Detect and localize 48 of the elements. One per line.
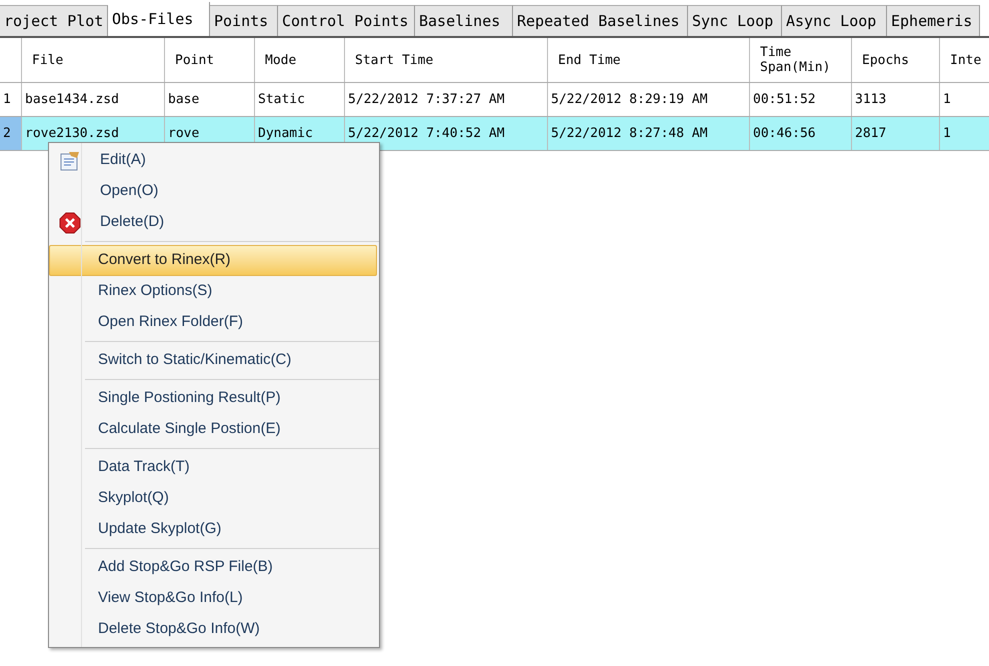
table-row[interactable]: 1 base1434.zsd base Static 5/22/2012 7:37:27 AM 5/22/2012 8:29:19 AM 00:51:52 3113 1 xyxy=(0,83,989,117)
menu-item[interactable]: Delete Stop&Go Info(W) xyxy=(49,614,377,645)
menu-item[interactable]: Delete(D) xyxy=(51,207,377,238)
column-header[interactable]: Mode xyxy=(255,38,345,82)
column-header[interactable]: Inte xyxy=(940,38,989,82)
table-cell: 00:46:56 xyxy=(750,117,852,150)
tab[interactable]: Baselines xyxy=(415,5,513,36)
table-cell: 3113 xyxy=(852,83,940,116)
table-cell: Static xyxy=(255,83,345,116)
tab[interactable]: Repeated Baselines xyxy=(513,5,688,36)
row-number: 1 xyxy=(0,83,22,116)
column-header[interactable]: Point xyxy=(165,38,255,82)
tab[interactable]: Ephemeris xyxy=(887,5,980,36)
column-header[interactable]: File xyxy=(22,38,165,82)
table-cell: 2817 xyxy=(852,117,940,150)
menu-item[interactable]: Rinex Options(S) xyxy=(49,276,377,307)
column-header[interactable]: End Time xyxy=(548,38,750,82)
table-cell: base xyxy=(165,83,255,116)
table-cell: 00:51:52 xyxy=(750,83,852,116)
tab[interactable]: Control Points xyxy=(278,5,415,36)
notepad-icon xyxy=(59,150,81,172)
menu-item[interactable]: Skyplot(Q) xyxy=(49,483,377,514)
table-cell: 1 xyxy=(940,83,989,116)
row-number: 2 xyxy=(0,117,22,150)
menu-item[interactable]: Add Stop&Go RSP File(B) xyxy=(49,552,377,583)
table-cell: 5/22/2012 8:27:48 AM xyxy=(548,117,750,150)
column-header[interactable]: Time Span(Min) xyxy=(750,38,852,82)
tab[interactable]: Sync Loop xyxy=(688,5,782,36)
delete-icon xyxy=(59,212,81,234)
menu-item[interactable]: Update Skyplot(G) xyxy=(49,514,377,545)
tab[interactable]: roject Plot xyxy=(0,5,108,36)
column-header[interactable]: Start Time xyxy=(345,38,548,82)
table-row[interactable]: 2 rove2130.zsd rove Dynamic 5/22/2012 7:40:52 AM 5/22/2012 8:27:48 AM 00:46:56 2817 1 xyxy=(0,117,989,151)
tab[interactable]: Async Loop xyxy=(782,5,887,36)
menu-item[interactable]: Open Rinex Folder(F) xyxy=(49,307,377,338)
menu-item[interactable]: Data Track(T) xyxy=(49,452,377,483)
column-header[interactable]: Epochs xyxy=(852,38,940,82)
menu-item[interactable]: Calculate Single Postion(E) xyxy=(49,414,377,445)
menu-item[interactable]: View Stop&Go Info(L) xyxy=(49,583,377,614)
tab[interactable]: Points xyxy=(210,5,278,36)
table-cell: base1434.zsd xyxy=(22,83,165,116)
menu-item[interactable]: Convert to Rinex(R) xyxy=(49,245,377,276)
table-cell: 1 xyxy=(940,117,989,150)
menu-item[interactable]: Single Postioning Result(P) xyxy=(49,383,377,414)
table-cell: 5/22/2012 8:29:19 AM xyxy=(548,83,750,116)
menu-item[interactable]: Open(O) xyxy=(51,176,377,207)
table-cell: 5/22/2012 7:37:27 AM xyxy=(345,83,548,116)
menu-item[interactable]: Switch to Static/Kinematic(C) xyxy=(49,345,377,376)
